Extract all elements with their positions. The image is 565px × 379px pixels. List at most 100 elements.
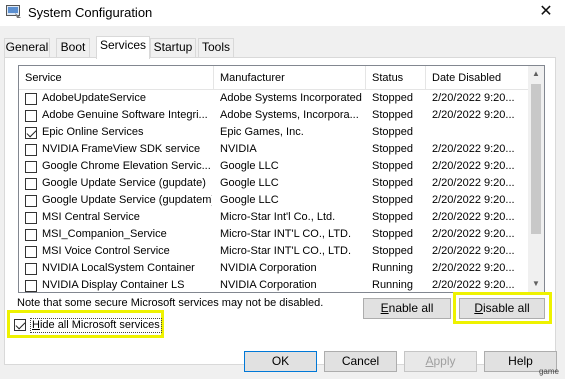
service-checkbox[interactable]: [25, 178, 37, 190]
vertical-scrollbar[interactable]: ▲ ▼: [528, 66, 544, 292]
service-status: Stopped: [372, 160, 413, 172]
service-date-disabled: [432, 124, 527, 141]
service-name: AdobeUpdateService: [42, 92, 146, 104]
service-status: Stopped: [372, 228, 413, 240]
service-date-disabled: 2/20/2022 9:20...: [432, 143, 515, 155]
disable-all-accel: D: [474, 301, 483, 315]
service-status: Stopped: [372, 126, 413, 138]
table-row[interactable]: AdobeUpdateService Adobe Systems Incorpor…: [19, 90, 529, 107]
list-rows: AdobeUpdateService Adobe Systems Incorpor…: [19, 90, 529, 292]
table-row[interactable]: Google Chrome Elevation Servic... Google …: [19, 158, 529, 175]
apply-button[interactable]: Apply: [404, 351, 477, 372]
close-icon[interactable]: ✕: [531, 1, 561, 23]
service-status: Stopped: [372, 92, 413, 104]
service-manufacturer: Google LLC: [220, 194, 279, 206]
service-checkbox[interactable]: [25, 127, 37, 139]
window-body: General Boot Services Startup Tools Serv…: [0, 26, 565, 379]
service-checkbox[interactable]: [25, 212, 37, 224]
service-checkbox[interactable]: [25, 229, 37, 241]
tab-startup[interactable]: Startup: [150, 38, 196, 57]
service-date-disabled: 2/20/2022 9:20...: [432, 160, 515, 172]
service-name: Google Chrome Elevation Servic...: [42, 160, 211, 172]
service-date-disabled: 2/20/2022 9:20...: [432, 177, 515, 189]
table-row[interactable]: NVIDIA LocalSystem Container NVIDIA Corpo…: [19, 260, 529, 277]
service-status: Stopped: [372, 211, 413, 223]
hide-ms-accel: H: [32, 319, 40, 331]
service-status: Stopped: [372, 177, 413, 189]
service-status: Running: [372, 262, 413, 274]
service-manufacturer: Micro-Star Int'l Co., Ltd.: [220, 211, 336, 223]
table-row[interactable]: Epic Online Services Epic Games, Inc. Stop…: [19, 124, 529, 141]
service-name: NVIDIA FrameView SDK service: [42, 143, 201, 155]
hide-ms-label-post: ide all Microsoft services: [39, 319, 160, 331]
hide-ms-services-label[interactable]: Hide all Microsoft services: [30, 318, 162, 333]
column-header-date-disabled[interactable]: Date Disabled: [426, 66, 529, 90]
service-date-disabled: 2/20/2022 9:20...: [432, 228, 515, 240]
service-status: Running: [372, 279, 413, 291]
service-name: Google Update Service (gupdate): [42, 177, 206, 189]
service-manufacturer: Google LLC: [220, 177, 279, 189]
apply-label-post: pply: [433, 354, 456, 368]
service-name: MSI Central Service: [42, 211, 140, 223]
table-row[interactable]: Google Update Service (gupdatem) Google L…: [19, 192, 529, 209]
column-header-service[interactable]: Service: [19, 66, 214, 90]
service-checkbox[interactable]: [25, 93, 37, 105]
hide-ms-services-checkbox[interactable]: [14, 319, 26, 331]
service-checkbox[interactable]: [25, 110, 37, 122]
scroll-up-icon[interactable]: ▲: [528, 66, 544, 82]
service-name: Adobe Genuine Software Integri...: [42, 109, 208, 121]
service-checkbox[interactable]: [25, 195, 37, 207]
service-manufacturer: Adobe Systems Incorporated: [220, 92, 362, 104]
column-header-manufacturer[interactable]: Manufacturer: [214, 66, 366, 90]
service-checkbox[interactable]: [25, 161, 37, 173]
service-date-disabled: 2/20/2022 9:20...: [432, 262, 515, 274]
service-date-disabled: 2/20/2022 9:20...: [432, 245, 515, 257]
tab-services[interactable]: Services: [96, 36, 150, 59]
enable-all-label-post: nable all: [388, 301, 434, 315]
service-manufacturer: Micro-Star INT'L CO., LTD.: [220, 228, 352, 240]
secure-services-note: Note that some secure Microsoft services…: [17, 297, 324, 309]
service-checkbox[interactable]: [25, 144, 37, 156]
tab-general[interactable]: General: [4, 38, 50, 57]
service-manufacturer: NVIDIA Corporation: [220, 262, 317, 274]
table-row[interactable]: NVIDIA Display Container LS NVIDIA Corpor…: [19, 277, 529, 292]
table-row[interactable]: MSI Central Service Micro-Star Int'l Co.,…: [19, 209, 529, 226]
service-checkbox[interactable]: [25, 263, 37, 275]
tab-tools[interactable]: Tools: [198, 38, 234, 57]
table-row[interactable]: Google Update Service (gupdate) Google LL…: [19, 175, 529, 192]
service-checkbox[interactable]: [25, 246, 37, 258]
service-name: Epic Online Services: [42, 126, 144, 138]
service-status: Stopped: [372, 245, 413, 257]
title-bar: System Configuration ✕: [0, 0, 565, 26]
service-status: Stopped: [372, 143, 413, 155]
services-list[interactable]: Service Manufacturer Status Date Disable…: [18, 65, 545, 293]
service-date-disabled: 2/20/2022 9:20...: [432, 279, 515, 291]
table-row[interactable]: Adobe Genuine Software Integri... Adobe S…: [19, 107, 529, 124]
tab-boot[interactable]: Boot: [56, 38, 90, 57]
list-header: Service Manufacturer Status Date Disable…: [19, 66, 529, 90]
service-date-disabled: 2/20/2022 9:20...: [432, 92, 515, 104]
service-name: Google Update Service (gupdatem): [42, 194, 212, 206]
window-title: System Configuration: [28, 5, 153, 20]
cancel-button[interactable]: Cancel: [324, 351, 397, 372]
scroll-down-icon[interactable]: ▼: [528, 276, 544, 292]
scrollbar-thumb[interactable]: [531, 84, 541, 234]
service-name: NVIDIA LocalSystem Container: [42, 262, 195, 274]
service-manufacturer: NVIDIA Corporation: [220, 279, 317, 291]
enable-all-accel: E: [380, 301, 389, 315]
service-date-disabled: 2/20/2022 9:20...: [432, 211, 515, 223]
enable-all-button[interactable]: Enable all: [363, 298, 451, 319]
service-manufacturer: Google LLC: [220, 160, 279, 172]
disable-all-button[interactable]: Disable all: [459, 298, 545, 319]
service-checkbox[interactable]: [25, 280, 37, 292]
table-row[interactable]: MSI Voice Control Service Micro-Star INT'…: [19, 243, 529, 260]
table-row[interactable]: NVIDIA FrameView SDK service NVIDIA Stoppe…: [19, 141, 529, 158]
service-name: MSI Voice Control Service: [42, 245, 170, 257]
table-row[interactable]: MSI_Companion_Service Micro-Star INT'L CO…: [19, 226, 529, 243]
column-header-status[interactable]: Status: [366, 66, 426, 90]
service-status: Stopped: [372, 194, 413, 206]
disable-all-label-post: isable all: [482, 301, 530, 315]
ok-button[interactable]: OK: [244, 351, 317, 372]
service-date-disabled: 2/20/2022 9:20...: [432, 194, 515, 206]
service-name: NVIDIA Display Container LS: [42, 279, 185, 291]
